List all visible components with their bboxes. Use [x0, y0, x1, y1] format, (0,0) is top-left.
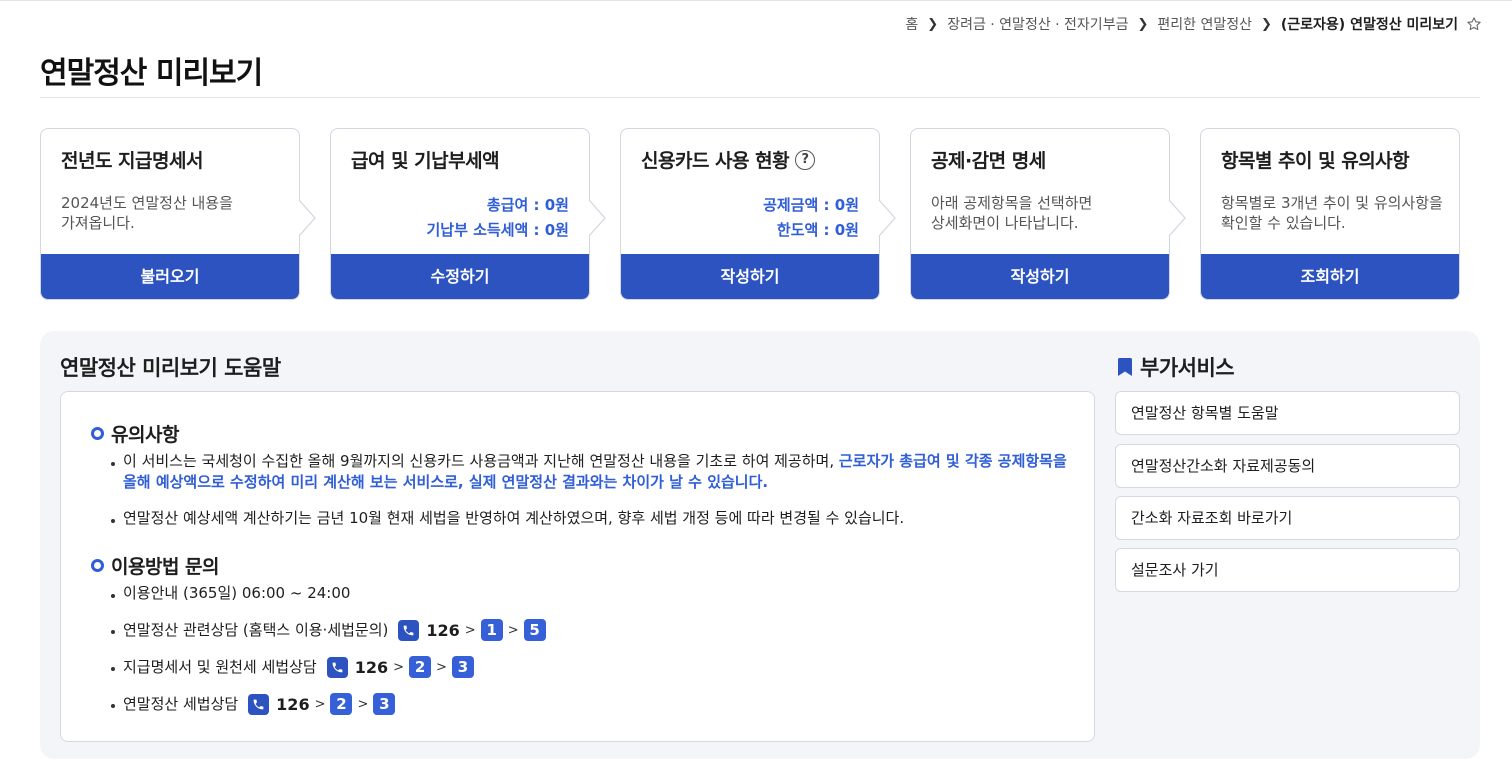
ring-bullet-icon — [91, 427, 104, 440]
step-desc-line: 2024년도 연말정산 내용을 — [61, 194, 233, 212]
service-hours: 이용안내 (365일) 06:00 ~ 24:00 — [109, 583, 350, 604]
service-item-simplified-lookup[interactable]: 간소화 자료조회 바로가기 — [1115, 496, 1460, 540]
breadcrumb-home[interactable]: 홈 — [905, 14, 918, 34]
step-cards: 전년도 지급명세서 2024년도 연말정산 내용을 가져옵니다. 불러오기 급여… — [40, 128, 1480, 300]
menu-key: 3 — [373, 693, 396, 715]
contact-label: 연말정산 관련상담 (홈택스 이용·세법문의) — [123, 620, 389, 639]
page-title: 연말정산 미리보기 — [40, 56, 263, 91]
services-heading: 부가서비스 — [1118, 352, 1235, 382]
contact-row-1: 연말정산 관련상담 (홈택스 이용·세법문의) 126 > 1 > 5 — [109, 619, 546, 641]
chevron-right-icon: > — [357, 696, 369, 712]
step-card-trends: 항목별 추이 및 유의사항 항목별로 3개년 추이 및 유의사항을 확인할 수 … — [1200, 128, 1460, 300]
step-desc-line: 가져옵니다. — [61, 214, 135, 232]
step-arrow-icon — [1168, 200, 1186, 236]
phone-number: 126 — [276, 694, 310, 714]
service-item-survey[interactable]: 설문조사 가기 — [1115, 548, 1460, 592]
notice-item-2: 연말정산 예상세액 계산하기는 금년 10월 현재 세법을 반영하여 계산하였으… — [109, 508, 1069, 529]
menu-key: 2 — [409, 656, 432, 678]
limit-amount-value: 한도액 : 0원 — [776, 221, 859, 239]
chevron-right-icon: ❯ — [1137, 16, 1149, 32]
write-button[interactable]: 작성하기 — [911, 254, 1169, 299]
step-arrow-icon — [878, 200, 896, 236]
step-desc-line: 아래 공제항목을 선택하면 — [931, 194, 1093, 212]
breadcrumb-incentive[interactable]: 장려금 · 연말정산 · 전자기부금 — [947, 14, 1128, 34]
service-item-data-consent[interactable]: 연말정산간소화 자료제공동의 — [1115, 444, 1460, 488]
menu-key: 1 — [480, 619, 503, 641]
write-button[interactable]: 작성하기 — [621, 254, 879, 299]
ring-bullet-icon — [91, 559, 104, 572]
menu-key: 2 — [330, 693, 353, 715]
step-card-deductions: 공제·감면 명세 아래 공제항목을 선택하면 상세화면이 나타납니다. 작성하기 — [910, 128, 1170, 300]
total-salary-value: 총급여 : 0원 — [486, 196, 569, 214]
step-description: 2024년도 연말정산 내용을 가져옵니다. — [61, 193, 286, 233]
menu-key: 3 — [451, 656, 474, 678]
step-title: 급여 및 기납부세액 — [351, 150, 500, 172]
help-panel: 연말정산 미리보기 도움말 유의사항 이 서비스는 국세청이 수집한 올해 9월… — [40, 331, 1480, 759]
step-description: 항목별로 3개년 추이 및 유의사항을 확인할 수 있습니다. — [1221, 193, 1446, 233]
phone-icon — [248, 693, 270, 715]
title-divider — [40, 97, 1480, 98]
step-title-text: 신용카드 사용 현황 — [641, 150, 790, 172]
step-desc-line: 항목별로 3개년 추이 및 유의사항을 — [1221, 194, 1443, 212]
notice-emphasis: 올해 예상액으로 수정하여 미리 계산해 보는 서비스로, 실제 연말정산 결과… — [123, 473, 769, 491]
step-card-credit-card: 신용카드 사용 현황 ? 공제금액 : 0원 한도액 : 0원 작성하기 — [620, 128, 880, 300]
chevron-right-icon: ❯ — [1260, 16, 1272, 32]
menu-key: 5 — [523, 619, 546, 641]
notice-heading: 유의사항 — [91, 420, 179, 447]
step-arrow-icon — [298, 200, 316, 236]
contact-label: 지급명세서 및 원천세 세법상담 — [123, 657, 317, 676]
step-desc-line: 확인할 수 있습니다. — [1221, 214, 1346, 232]
chevron-right-icon: > — [436, 659, 447, 675]
load-button[interactable]: 불러오기 — [41, 254, 299, 299]
phone-icon — [326, 656, 348, 678]
contact-label: 연말정산 세법상담 — [123, 694, 239, 713]
step-description: 아래 공제항목을 선택하면 상세화면이 나타납니다. — [931, 193, 1156, 233]
breadcrumb: 홈 ❯ 장려금 · 연말정산 · 전자기부금 ❯ 편리한 연말정산 ❯ (근로자… — [905, 14, 1482, 34]
step-title: 공제·감면 명세 — [931, 150, 1046, 172]
contact-row-3: 연말정산 세법상담 126 > 2 > 3 — [109, 693, 396, 715]
phone-icon — [398, 619, 420, 641]
chevron-right-icon: > — [507, 622, 519, 638]
step-arrow-icon — [588, 200, 606, 236]
question-circle-icon[interactable]: ? — [795, 149, 816, 170]
deduction-amount-value: 공제금액 : 0원 — [763, 196, 859, 214]
step-card-salary: 급여 및 기납부세액 총급여 : 0원 기납부 소득세액 : 0원 수정하기 — [330, 128, 590, 300]
services-title: 부가서비스 — [1140, 356, 1235, 380]
salary-amounts: 총급여 : 0원 기납부 소득세액 : 0원 — [426, 193, 569, 243]
step-title: 신용카드 사용 현황 ? — [641, 146, 816, 173]
edit-button[interactable]: 수정하기 — [331, 254, 589, 299]
usage-heading-text: 이용방법 문의 — [111, 556, 220, 578]
star-outline-icon[interactable] — [1466, 16, 1482, 32]
step-title: 전년도 지급명세서 — [61, 150, 203, 172]
step-title: 항목별 추이 및 유의사항 — [1221, 150, 1410, 172]
phone-number: 126 — [354, 657, 389, 677]
phone-number: 126 — [426, 620, 460, 640]
chevron-right-icon: > — [464, 622, 476, 638]
breadcrumb-easy-settlement[interactable]: 편리한 연말정산 — [1157, 14, 1252, 34]
help-box: 유의사항 이 서비스는 국세청이 수집한 올해 9월까지의 신용카드 사용금액과… — [60, 391, 1095, 742]
chevron-right-icon: > — [393, 659, 405, 675]
usage-heading: 이용방법 문의 — [91, 552, 220, 579]
contact-row-2: 지급명세서 및 원천세 세법상담 126 > 2 > 3 — [109, 656, 474, 678]
prepaid-tax-value: 기납부 소득세액 : 0원 — [426, 221, 569, 239]
step-card-prior-statement: 전년도 지급명세서 2024년도 연말정산 내용을 가져옵니다. 불러오기 — [40, 128, 300, 300]
step-desc-line: 상세화면이 나타납니다. — [931, 214, 1079, 232]
notice-item-1: 이 서비스는 국세청이 수집한 올해 9월까지의 신용카드 사용금액과 지난해 … — [109, 451, 1069, 493]
bookmark-icon — [1118, 358, 1132, 376]
chevron-right-icon: > — [314, 696, 326, 712]
view-button[interactable]: 조회하기 — [1201, 254, 1459, 299]
breadcrumb-current: (근로자용) 연말정산 미리보기 — [1280, 17, 1458, 33]
card-amounts: 공제금액 : 0원 한도액 : 0원 — [763, 193, 859, 243]
notice-heading-text: 유의사항 — [111, 424, 179, 446]
chevron-right-icon: ❯ — [927, 16, 939, 32]
top-border — [0, 0, 1512, 1]
notice-emphasis: 근로자가 총급여 및 각종 공제항목을 — [838, 452, 1067, 470]
help-title: 연말정산 미리보기 도움말 — [60, 356, 281, 380]
notice-text: 이 서비스는 국세청이 수집한 올해 9월까지의 신용카드 사용금액과 지난해 … — [123, 452, 839, 470]
service-item-field-help[interactable]: 연말정산 항목별 도움말 — [1115, 391, 1460, 435]
